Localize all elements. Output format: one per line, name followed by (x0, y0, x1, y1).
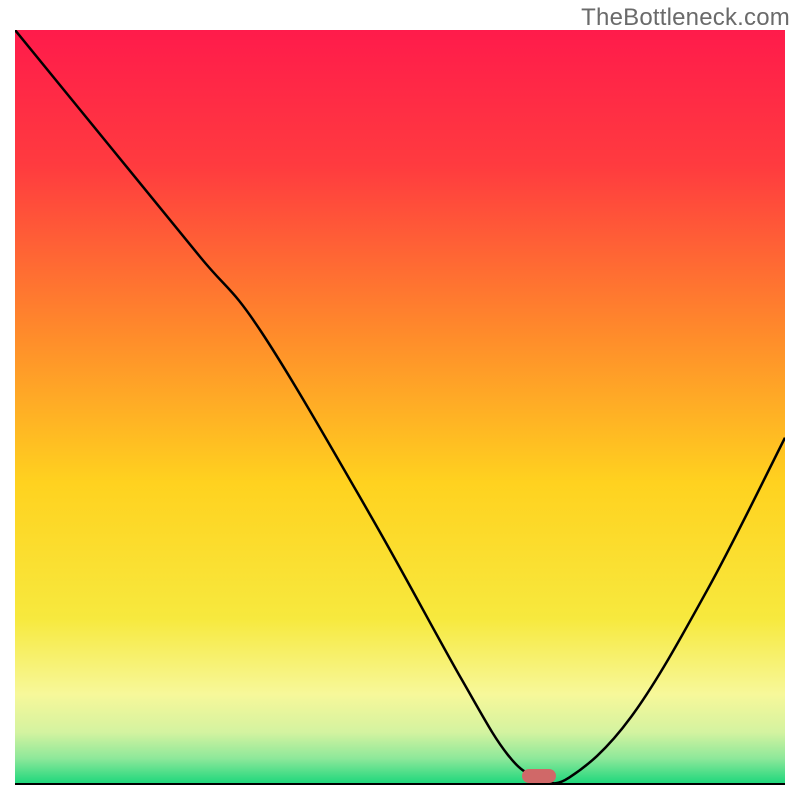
watermark-text: TheBottleneck.com (581, 4, 790, 32)
gradient-background (15, 30, 785, 785)
optimal-zone-marker (522, 769, 556, 783)
plot-area (15, 30, 785, 785)
bottleneck-chart-svg (15, 30, 785, 785)
chart-container: TheBottleneck.com (0, 0, 800, 800)
